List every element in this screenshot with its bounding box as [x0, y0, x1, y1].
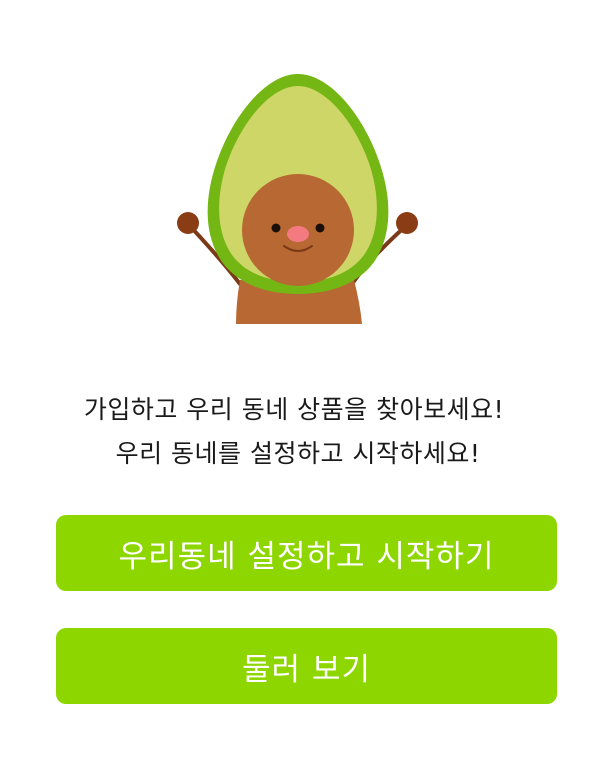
intro-line-1: 가입하고 우리 동네 상품을 찾아보세요!: [83, 395, 505, 424]
intro-line-2: 우리 동네를 설정하고 시작하세요!: [115, 439, 481, 468]
start-with-neighborhood-button[interactable]: 우리동네 설정하고 시작하기: [56, 515, 557, 591]
browse-button-label: 둘러 보기: [242, 651, 371, 688]
start-button-label: 우리동네 설정하고 시작하기: [118, 538, 495, 575]
intro-message: 가입하고 우리 동네 상품을 찾아보세요! 우리 동네를 설정하고 시작하세요!: [0, 388, 594, 476]
browse-button[interactable]: 둘러 보기: [56, 628, 557, 704]
avocado-mascot-icon: [170, 68, 426, 330]
